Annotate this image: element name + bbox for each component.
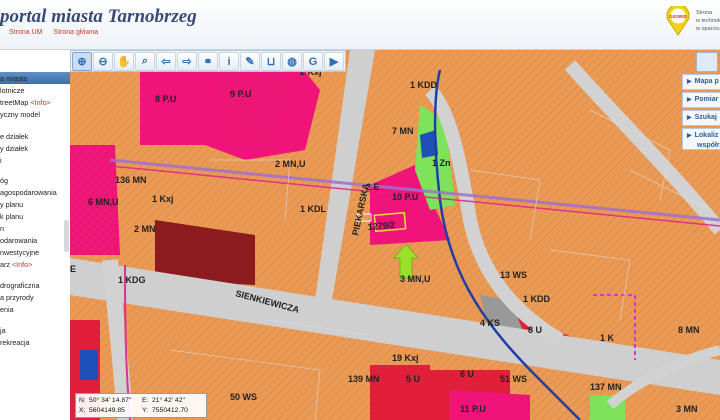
panel-item-mapa[interactable]: ▶ Mapa p bbox=[682, 74, 720, 90]
sidebar-layer-item[interactable]: agospodarowania bbox=[0, 188, 57, 197]
map-label: 1 Kxj bbox=[152, 194, 174, 204]
coord-x-label: X: bbox=[79, 407, 86, 414]
info-link[interactable]: <Info> bbox=[30, 98, 50, 107]
sidebar-layer-item[interactable]: óg bbox=[0, 176, 8, 185]
video-camera-icon[interactable]: ▶ bbox=[324, 52, 344, 71]
map-label: 136 MN bbox=[115, 175, 147, 185]
google-icon[interactable]: G bbox=[303, 52, 323, 71]
map-label: 8 MN bbox=[678, 325, 700, 335]
coord-e-value: 21° 42' 42" bbox=[152, 397, 185, 404]
water-left[interactable] bbox=[80, 350, 98, 380]
map-label: 137 MN bbox=[590, 382, 622, 392]
sidebar-layer-item[interactable]: n bbox=[0, 224, 4, 233]
map-label: 8 U bbox=[528, 325, 542, 335]
map-label: 6 MN,U bbox=[88, 197, 119, 207]
sidebar-layer-item[interactable]: nwestycyjne bbox=[0, 248, 39, 257]
map-label: 5 U bbox=[406, 374, 420, 384]
map-label: 1 KDL bbox=[300, 204, 327, 214]
map-label: E bbox=[70, 264, 76, 274]
sidebar-layer-item[interactable]: arz <Info> bbox=[0, 260, 32, 269]
sidebar-layer-item[interactable]: drograficzna bbox=[0, 281, 40, 290]
coord-y-label: Y: bbox=[142, 407, 149, 414]
map-label: 19 Kxj bbox=[392, 353, 419, 363]
map-label: 1 Zn bbox=[432, 158, 451, 168]
app-window: portal miasta Tarnobrzeg Strona UM Stron… bbox=[0, 0, 720, 420]
zone-8-pu[interactable] bbox=[140, 65, 205, 145]
map-label: 2 MN,U bbox=[275, 159, 306, 169]
geobid-logo-text: GEOBID bbox=[669, 14, 688, 19]
map-label: 7 MN bbox=[392, 126, 414, 136]
map-label: 1 K bbox=[600, 333, 615, 343]
sidebar-layer-item[interactable]: treetMap <Info> bbox=[0, 98, 51, 107]
strona-um-link[interactable]: Strona UM bbox=[9, 29, 42, 36]
tools-right-panel: ▶ Mapa p ▶ Pomiar ▶ Szukaj ▶ Lokaliz współr bbox=[682, 50, 720, 160]
sidebar-layer-item[interactable]: odarowania bbox=[0, 236, 37, 245]
map-label: 139 MN bbox=[348, 374, 380, 384]
sidebar-layer-item[interactable]: a miasta bbox=[0, 74, 27, 83]
layers-sidebar: a miasta lotnicze treetMap <Info> yczny mod… bbox=[0, 50, 70, 420]
map-canvas[interactable]: 8 P.U 9 P.U2 Kxj1 KDD7 MN1 Zn136 MN2 MN,U… bbox=[70, 50, 720, 420]
portal-title: portal miasta Tarnobrzeg bbox=[0, 6, 197, 27]
sidebar-layer-item[interactable]: yczny model bbox=[0, 110, 40, 119]
map-label: 2 MN bbox=[134, 224, 156, 234]
map-label: 13 WS bbox=[500, 270, 527, 280]
strona-glowna-link[interactable]: Strona główna bbox=[53, 29, 98, 36]
map-label: 11 P.U bbox=[460, 404, 486, 414]
panel-item-lokalizacja[interactable]: ▶ Lokaliz współr bbox=[682, 128, 720, 150]
arrow-back-icon[interactable]: ⇦ bbox=[156, 52, 176, 71]
map-label: 3 MN bbox=[676, 404, 698, 414]
map-label: 4 KS bbox=[480, 318, 500, 328]
zoom-window-icon[interactable]: ⌕ bbox=[135, 52, 155, 71]
coord-x-value: 5604149.85 bbox=[89, 407, 125, 414]
pan-hand-icon[interactable]: ✋ bbox=[114, 52, 134, 71]
map-label: 9 P.U bbox=[230, 89, 251, 99]
measure-icon[interactable]: ⊔ bbox=[261, 52, 281, 71]
link-icon[interactable]: ⚭ bbox=[198, 52, 218, 71]
coord-y-value: 7550412.70 bbox=[152, 407, 188, 414]
zoom-out-icon[interactable]: ⊖ bbox=[93, 52, 113, 71]
map-label: 8 P.U bbox=[155, 94, 176, 104]
panel-item-szukaj[interactable]: ▶ Szukaj bbox=[682, 110, 720, 126]
map-view[interactable]: 8 P.U 9 P.U 2 Kxj 1 KDD 7 MN 1 Zn 136 MN 2 MN,U… bbox=[70, 50, 720, 420]
info-icon[interactable]: i bbox=[219, 52, 239, 71]
sidebar-layer-item[interactable]: k planu bbox=[0, 212, 23, 221]
panel-toggle-icon[interactable] bbox=[696, 52, 718, 72]
map-label: 51 WS bbox=[500, 374, 527, 384]
map-label: 1 KDG bbox=[118, 275, 146, 285]
map-label: 1 KDD bbox=[523, 294, 551, 304]
map-label: 6 U bbox=[460, 369, 474, 379]
pencil-icon[interactable]: ✎ bbox=[240, 52, 260, 71]
sidebar-layer-item[interactable]: a przyrody bbox=[0, 293, 34, 302]
sidebar-layer-item[interactable]: y działek bbox=[0, 144, 28, 153]
map-label: 1 KDD bbox=[410, 80, 438, 90]
sidebar-layer-item[interactable]: rekreacja bbox=[0, 338, 30, 347]
geobid-logo[interactable]: GEOBID bbox=[665, 6, 691, 36]
portal-header: portal miasta Tarnobrzeg Strona UM Stron… bbox=[0, 0, 720, 50]
coord-n-value: 50° 34' 14.87" bbox=[89, 397, 132, 404]
map-label: 50 WS bbox=[230, 392, 257, 402]
map-toolbar: ⊕ ⊖ ✋ ⌕ ⇦ ⇨ ⚭ i ✎ ⊔ ◍ G ▶ bbox=[70, 50, 346, 72]
coordinates-box: N: 50° 34' 14.87" E: 21° 42' 42" X: 5604… bbox=[75, 393, 207, 418]
map-label: 3 MN,U bbox=[400, 274, 431, 284]
sidebar-layer-item[interactable]: lotnicze bbox=[0, 86, 24, 95]
panel-item-pomiar[interactable]: ▶ Pomiar bbox=[682, 92, 720, 108]
info-link[interactable]: <Info> bbox=[12, 260, 32, 269]
sidebar-layer-item[interactable]: ja bbox=[0, 326, 6, 335]
sidebar-scrollbar[interactable] bbox=[64, 220, 69, 252]
arrow-forward-icon[interactable]: ⇨ bbox=[177, 52, 197, 71]
sidebar-layer-item[interactable]: enia bbox=[0, 305, 14, 314]
globe-icon[interactable]: ◍ bbox=[282, 52, 302, 71]
sidebar-layer-item[interactable]: y planu bbox=[0, 200, 23, 209]
header-links: Strona UM Strona główna bbox=[9, 29, 107, 36]
map-label: 10 P.U bbox=[392, 192, 418, 202]
coord-n-label: N: bbox=[79, 397, 86, 404]
sidebar-layer-item[interactable]: i bbox=[0, 156, 2, 165]
sidebar-layer-item[interactable]: e działek bbox=[0, 132, 28, 141]
geobid-info-text: Strona w technologii w oparciu bbox=[696, 10, 720, 32]
zoom-in-icon[interactable]: ⊕ bbox=[72, 52, 92, 71]
coord-e-label: E: bbox=[142, 397, 149, 404]
